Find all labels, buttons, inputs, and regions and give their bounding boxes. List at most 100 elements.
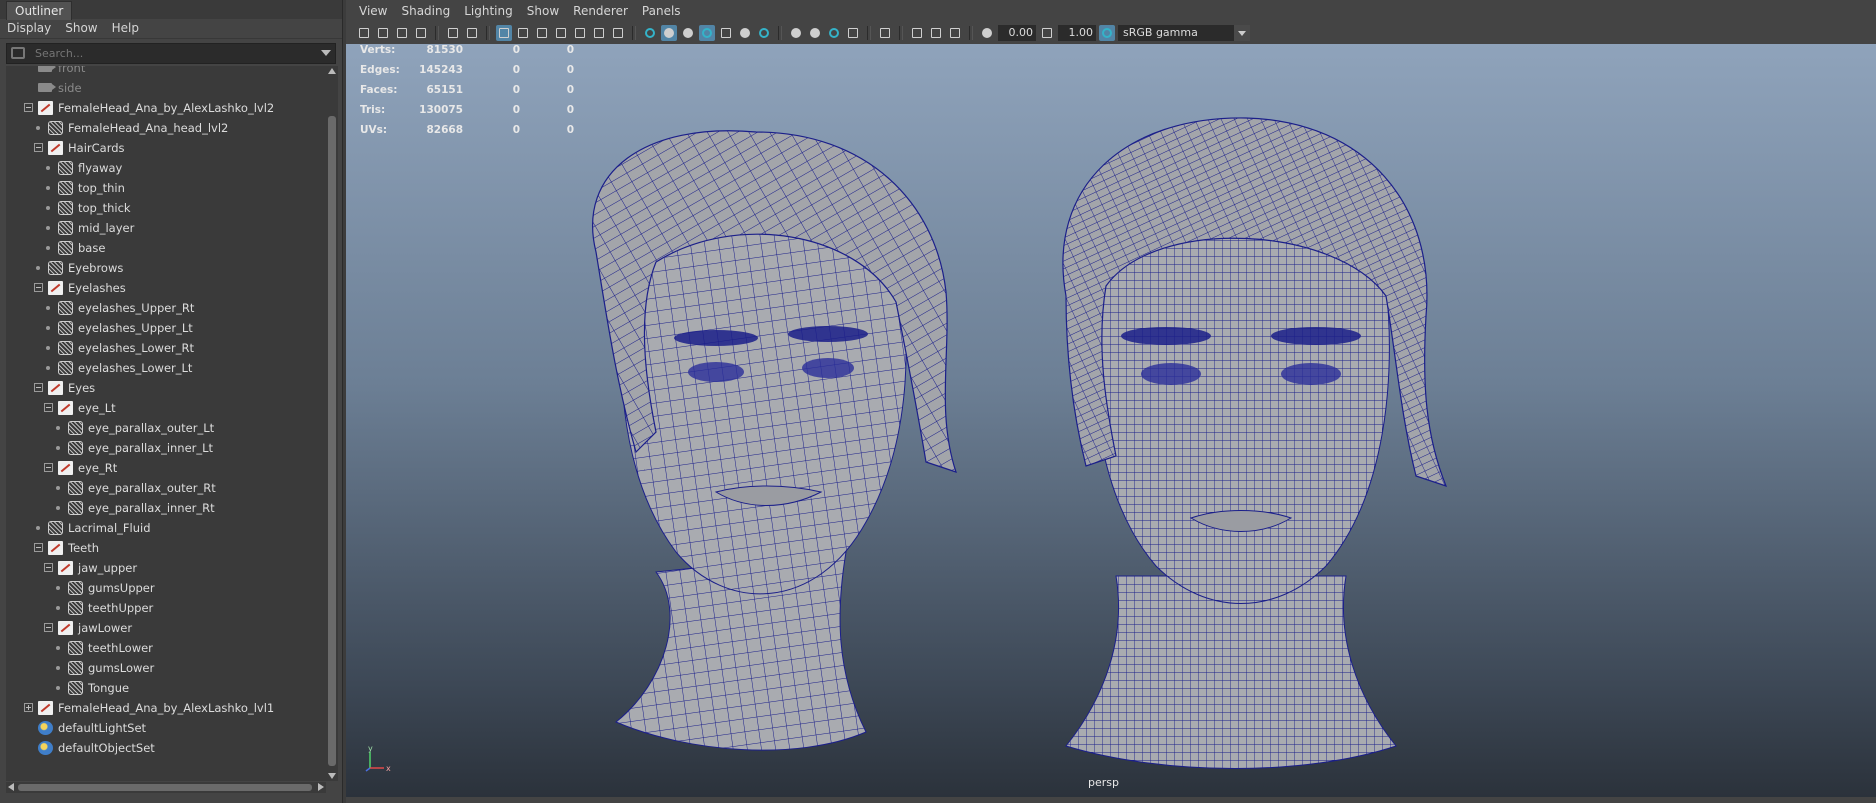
collapse-icon[interactable]	[44, 623, 53, 632]
collapse-icon[interactable]	[44, 403, 53, 412]
menu-display[interactable]: Display	[0, 19, 58, 38]
exposure-icon[interactable]	[979, 25, 995, 41]
outliner-item[interactable]: base	[6, 238, 326, 258]
collapse-icon[interactable]	[34, 143, 43, 152]
safe-title-icon[interactable]	[610, 25, 626, 41]
outliner-item[interactable]: Eyebrows	[6, 258, 326, 278]
scrollbar-thumb[interactable]	[18, 784, 312, 791]
menu-show[interactable]: Show	[520, 2, 566, 21]
collapse-icon[interactable]	[24, 103, 33, 112]
bookmark-icon[interactable]	[394, 25, 410, 41]
scroll-down-icon[interactable]	[328, 773, 336, 779]
outliner-item[interactable]: jawLower	[6, 618, 326, 638]
collapse-icon[interactable]	[44, 463, 53, 472]
outliner-item[interactable]: FemaleHead_Ana_by_AlexLashko_lvl1	[6, 698, 326, 718]
outliner-horizontal-scrollbar[interactable]	[6, 782, 326, 793]
ambient-occlusion-icon[interactable]	[909, 25, 925, 41]
expand-icon[interactable]	[24, 703, 33, 712]
head-model-lvl2[interactable]	[536, 52, 976, 772]
outliner-item[interactable]: Eyelashes	[6, 278, 326, 298]
outliner-item[interactable]: eye_Lt	[6, 398, 326, 418]
outliner-item[interactable]: HairCards	[6, 138, 326, 158]
gate-mask-icon[interactable]	[553, 25, 569, 41]
outliner-item[interactable]: eye_Rt	[6, 458, 326, 478]
wireframe-icon[interactable]	[642, 25, 658, 41]
scroll-right-icon[interactable]	[318, 783, 324, 791]
outliner-item[interactable]: eye_parallax_outer_Lt	[6, 418, 326, 438]
search-dropdown-icon[interactable]	[321, 50, 331, 56]
outliner-item[interactable]: front	[6, 66, 326, 78]
backface-icon[interactable]	[845, 25, 861, 41]
camera-attributes-icon[interactable]	[375, 25, 391, 41]
safe-action-icon[interactable]	[591, 25, 607, 41]
outliner-item[interactable]: Lacrimal_Fluid	[6, 518, 326, 538]
menu-lighting[interactable]: Lighting	[457, 2, 520, 21]
collapse-icon[interactable]	[34, 543, 43, 552]
outliner-item[interactable]: Eyes	[6, 378, 326, 398]
menu-view[interactable]: View	[352, 2, 394, 21]
menu-panels[interactable]: Panels	[635, 2, 688, 21]
outliner-item[interactable]: eyelashes_Lower_Rt	[6, 338, 326, 358]
outliner-item[interactable]: teethLower	[6, 638, 326, 658]
gamma-icon[interactable]	[1039, 25, 1055, 41]
outliner-item[interactable]: eye_parallax_inner_Lt	[6, 438, 326, 458]
outliner-item[interactable]: eyelashes_Upper_Lt	[6, 318, 326, 338]
xray-components-icon[interactable]	[826, 25, 842, 41]
outliner-item[interactable]: jaw_upper	[6, 558, 326, 578]
smooth-shade-icon[interactable]	[661, 25, 677, 41]
outliner-item[interactable]: eyelashes_Upper_Rt	[6, 298, 326, 318]
color-management-icon[interactable]	[1099, 25, 1115, 41]
wireframe-on-shaded-icon[interactable]	[699, 25, 715, 41]
outliner-item[interactable]: teethUpper	[6, 598, 326, 618]
isolate-select-icon[interactable]	[877, 25, 893, 41]
search-input[interactable]	[35, 45, 315, 61]
resolution-gate-icon[interactable]	[534, 25, 550, 41]
default-material-icon[interactable]	[680, 25, 696, 41]
outliner-item[interactable]: gumsUpper	[6, 578, 326, 598]
use-all-lights-icon[interactable]	[737, 25, 753, 41]
collapse-icon[interactable]	[34, 283, 43, 292]
scrollbar-thumb[interactable]	[328, 116, 336, 766]
exposure-field[interactable]: 0.00	[998, 25, 1036, 41]
image-plane-icon[interactable]	[413, 25, 429, 41]
outliner-tab[interactable]: Outliner	[6, 1, 73, 20]
2d-pan-icon[interactable]	[445, 25, 461, 41]
outliner-item[interactable]: top_thick	[6, 198, 326, 218]
select-camera-icon[interactable]	[356, 25, 372, 41]
outliner-item[interactable]: flyaway	[6, 158, 326, 178]
outliner-item[interactable]: mid_layer	[6, 218, 326, 238]
head-model-lvl1[interactable]	[1006, 56, 1466, 796]
textured-icon[interactable]	[718, 25, 734, 41]
gamma-field[interactable]: 1.00	[1058, 25, 1096, 41]
menu-shading[interactable]: Shading	[394, 2, 457, 21]
outliner-item[interactable]: FemaleHead_Ana_by_AlexLashko_lvl2	[6, 98, 326, 118]
outliner-item[interactable]: top_thin	[6, 178, 326, 198]
outliner-item[interactable]: eye_parallax_outer_Rt	[6, 478, 326, 498]
outliner-item[interactable]: FemaleHead_Ana_head_lvl2	[6, 118, 326, 138]
collapse-icon[interactable]	[44, 563, 53, 572]
xray-joints-icon[interactable]	[807, 25, 823, 41]
outliner-item[interactable]: defaultLightSet	[6, 718, 326, 738]
outliner-item[interactable]: Teeth	[6, 538, 326, 558]
xray-icon[interactable]	[788, 25, 804, 41]
shadows-icon[interactable]	[756, 25, 772, 41]
collapse-icon[interactable]	[34, 383, 43, 392]
menu-show[interactable]: Show	[58, 19, 104, 38]
outliner-item[interactable]: side	[6, 78, 326, 98]
outliner-item[interactable]: gumsLower	[6, 658, 326, 678]
scroll-left-icon[interactable]	[8, 783, 14, 791]
scroll-up-icon[interactable]	[328, 68, 336, 74]
menu-help[interactable]: Help	[105, 19, 146, 38]
outliner-item[interactable]: eyelashes_Lower_Lt	[6, 358, 326, 378]
anti-aliasing-icon[interactable]	[947, 25, 963, 41]
grid-icon[interactable]	[496, 25, 512, 41]
outliner-item[interactable]: defaultObjectSet	[6, 738, 326, 758]
film-gate-icon[interactable]	[515, 25, 531, 41]
outliner-vertical-scrollbar[interactable]	[326, 66, 338, 781]
outliner-item[interactable]: eye_parallax_inner_Rt	[6, 498, 326, 518]
outliner-item[interactable]: Tongue	[6, 678, 326, 698]
3d-viewport[interactable]: Verts: 81530 0 0 Edges: 145243 0 0 Faces: 65151 0 0…	[346, 44, 1876, 797]
grease-pencil-icon[interactable]	[464, 25, 480, 41]
field-chart-icon[interactable]	[572, 25, 588, 41]
chevron-down-icon[interactable]	[1234, 25, 1250, 41]
